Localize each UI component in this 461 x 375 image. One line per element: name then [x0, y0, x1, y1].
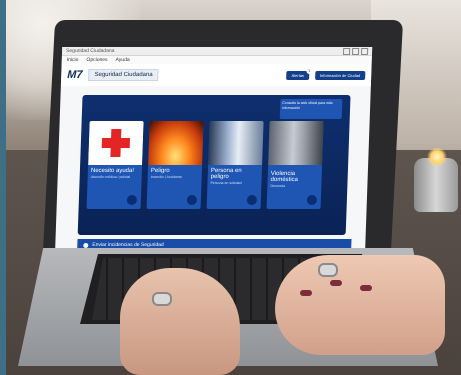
candle-flame	[427, 148, 447, 166]
card-title: Peligro	[150, 168, 170, 174]
send-icon	[83, 242, 89, 248]
app-name-chip: Seguridad Ciudadana	[88, 69, 159, 81]
candle-holder	[414, 158, 458, 212]
arrow-icon[interactable]	[246, 195, 258, 205]
card-danger[interactable]: Peligro Incendio | Accidente	[146, 121, 204, 209]
card-subtitle: Incendio | Accidente	[150, 175, 183, 179]
card-domestic-violence[interactable]: Violencia doméstica Denuncia	[266, 121, 324, 209]
arrow-icon[interactable]	[306, 195, 318, 205]
minimize-icon[interactable]	[342, 47, 351, 55]
card-list: Necesito ayuda! Atención médica / polici…	[86, 121, 324, 209]
city-info-button[interactable]: Información de Ciudad	[314, 70, 366, 80]
arrow-icon[interactable]	[186, 195, 198, 205]
app-header: M7 Seguridad Ciudadana Alertas 1 Informa…	[60, 64, 372, 86]
menu-item-inicio[interactable]: Inicio	[67, 57, 79, 63]
card-title: Necesito ayuda!	[90, 168, 135, 174]
close-icon[interactable]	[360, 47, 369, 55]
card-help[interactable]: Necesito ayuda! Atención médica / polici…	[86, 121, 144, 209]
window-title: Seguridad Ciudadana	[65, 48, 115, 54]
nail-1	[300, 290, 312, 296]
card-title: Persona en peligro	[210, 168, 242, 180]
person-image	[268, 121, 324, 165]
alerts-button[interactable]: Alertas 1	[286, 67, 313, 80]
candle	[414, 148, 458, 212]
app-logo: M7	[67, 69, 83, 81]
menu-item-ayuda[interactable]: Ayuda	[115, 57, 129, 63]
hallway-image	[208, 121, 264, 165]
card-title: Violencia doméstica	[270, 171, 299, 183]
nail-2	[330, 280, 342, 286]
card-subtitle: Persona en soledad	[210, 181, 242, 185]
maximize-icon[interactable]	[351, 47, 360, 55]
ring-left	[152, 292, 172, 306]
ring-right	[318, 263, 338, 277]
info-box[interactable]: Consulte la web oficial para más informa…	[279, 99, 343, 119]
red-cross-icon	[101, 129, 130, 157]
right-hand	[275, 255, 445, 355]
red-cross-image	[88, 121, 144, 165]
alerts-label: Alertas	[291, 72, 305, 78]
window-titlebar: Seguridad Ciudadana	[61, 47, 373, 56]
menu-bar: Inicio Opciones Ayuda	[61, 56, 372, 64]
card-person-danger[interactable]: Persona en peligro Persona en soledad	[206, 121, 264, 209]
card-subtitle: Denuncia	[270, 184, 286, 188]
main-panel: Consulte la web oficial para más informa…	[77, 95, 351, 235]
card-subtitle: Atención médica / policial	[90, 175, 131, 179]
nail-3	[360, 285, 372, 291]
alerts-badge: 1	[306, 67, 313, 74]
menu-item-opciones[interactable]: Opciones	[86, 57, 107, 63]
left-border	[0, 0, 6, 375]
fire-image	[148, 121, 204, 165]
send-incidents-label: Enviar incidencias de Seguridad	[92, 242, 164, 248]
photo-scene: Seguridad Ciudadana Inicio Opciones Ayud…	[0, 0, 461, 375]
laptop-screen: Seguridad Ciudadana Inicio Opciones Ayud…	[55, 47, 373, 254]
arrow-icon[interactable]	[126, 195, 138, 205]
